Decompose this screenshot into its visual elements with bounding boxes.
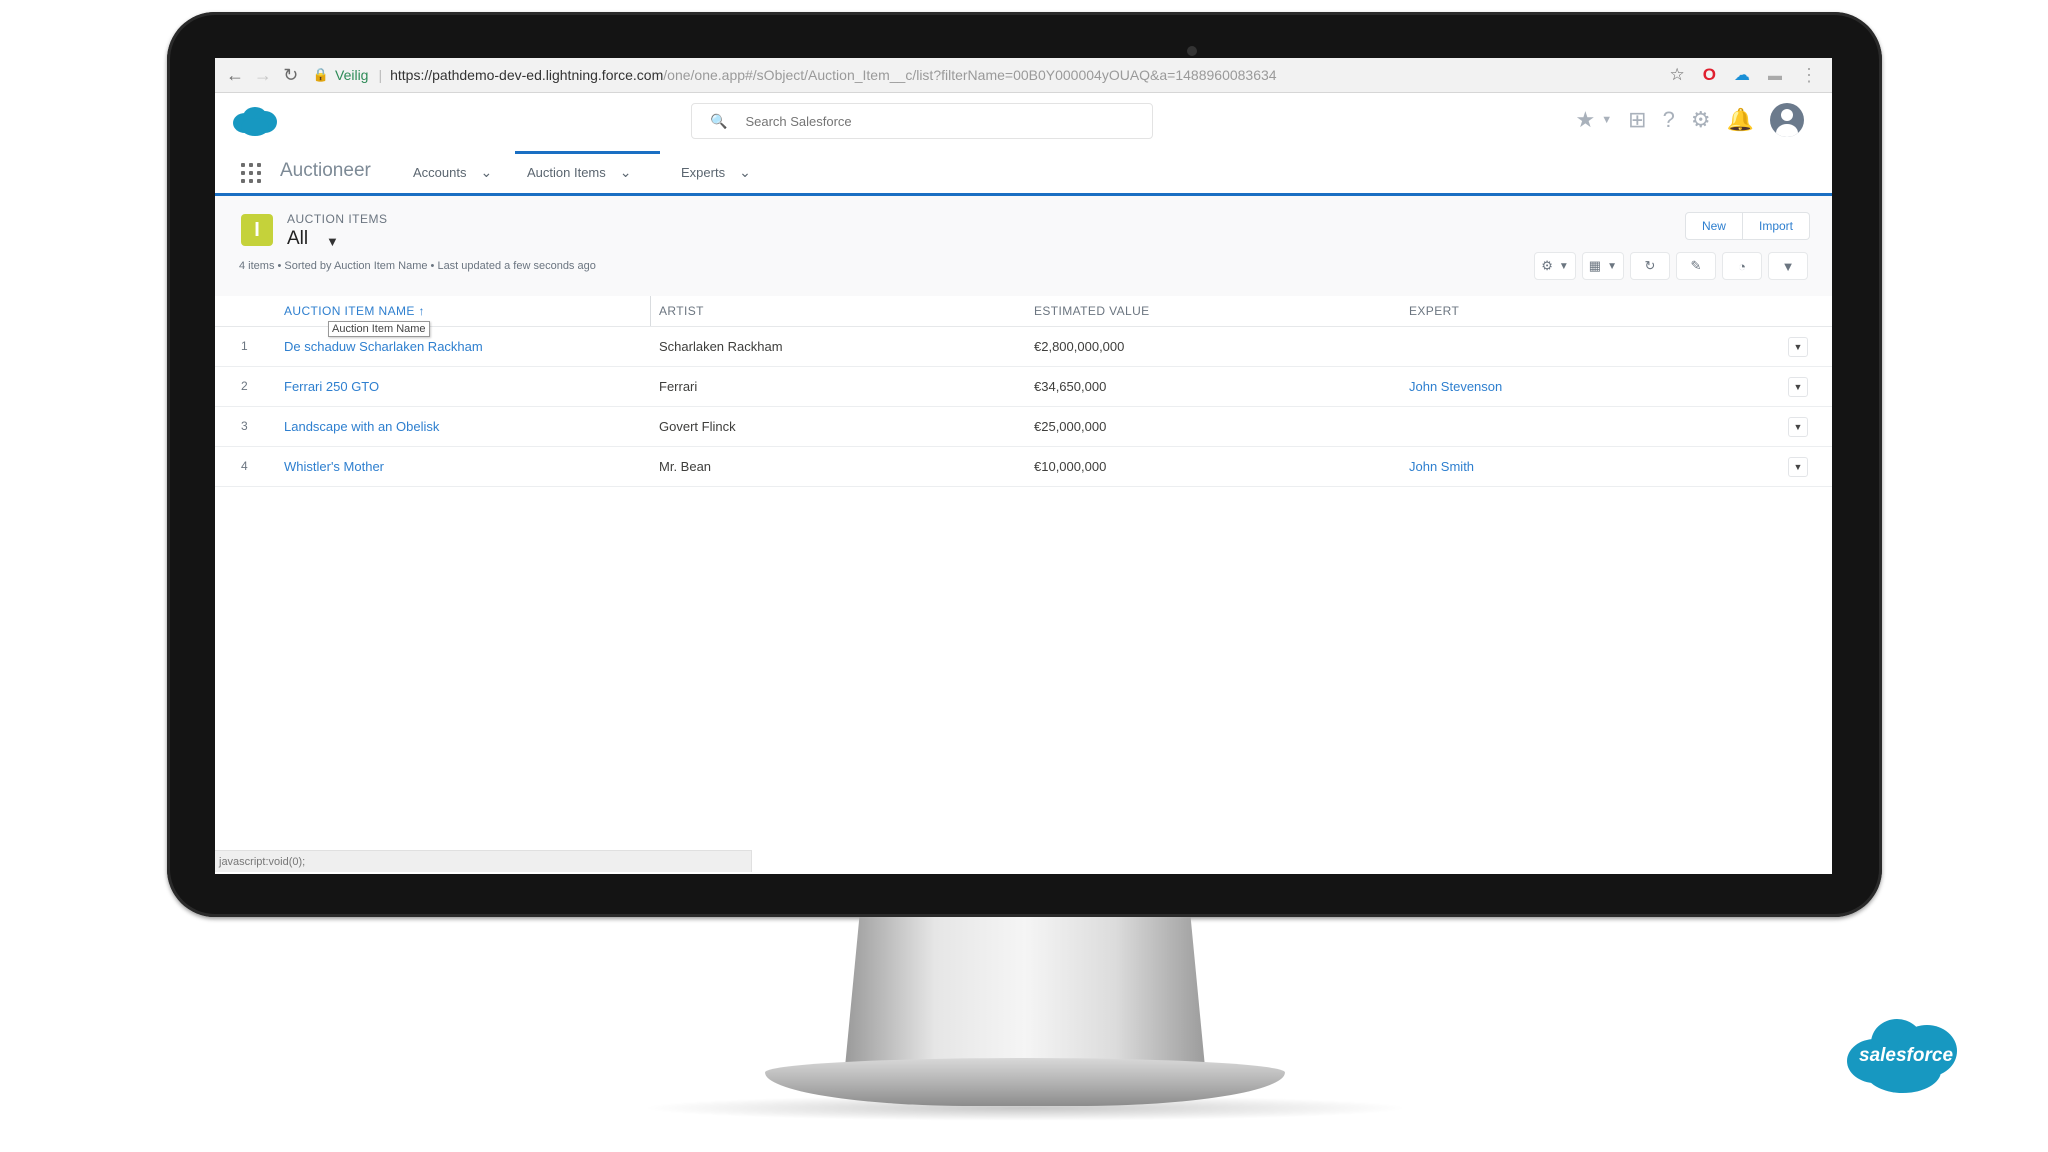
column-divider[interactable] <box>650 296 651 326</box>
filter-icon[interactable]: ▼ <box>1768 252 1808 280</box>
table-row: 3 Landscape with an Obelisk Govert Flinc… <box>215 407 1832 447</box>
global-header: 🔍 ★ ▼ ⊞ ? ⚙ 🔔 <box>215 93 1832 151</box>
global-search[interactable]: 🔍 <box>691 103 1153 139</box>
artist-cell: Mr. Bean <box>659 459 712 474</box>
row-action-chevron-down-icon[interactable]: ▼ <box>1788 417 1808 437</box>
tab-label: Accounts <box>413 164 467 180</box>
row-number: 1 <box>241 339 248 353</box>
object-label: AUCTION ITEMS <box>287 212 388 226</box>
table-row: 1 De schaduw Scharlaken Rackham Scharlak… <box>215 327 1832 367</box>
display-as-table-icon[interactable]: ▦ ▼ <box>1581 252 1624 280</box>
import-button[interactable]: Import <box>1742 212 1810 240</box>
estimated-value-cell: €34,650,000 <box>1034 379 1107 394</box>
chevron-down-icon[interactable]: ⌄ <box>620 164 632 181</box>
opera-icon[interactable]: O <box>1703 65 1716 85</box>
monitor-stand-neck <box>845 917 1205 1067</box>
column-header-expert[interactable]: EXPERT <box>1409 304 1459 318</box>
browser-toolbar: ← → ↻ 🔒 Veilig | https://pathdemo-dev-ed… <box>215 58 1832 93</box>
user-avatar-icon[interactable] <box>1770 103 1804 137</box>
favorites-star-icon[interactable]: ★ <box>1576 107 1596 133</box>
list-info: 4 items • Sorted by Auction Item Name • … <box>239 260 596 272</box>
row-number: 4 <box>241 459 248 473</box>
row-action-chevron-down-icon[interactable]: ▼ <box>1788 337 1808 357</box>
row-number: 2 <box>241 379 248 393</box>
artist-cell: Govert Flinck <box>659 419 736 434</box>
secure-label: Veilig <box>335 67 369 83</box>
browser-status-bar: javascript:void(0); <box>215 850 752 872</box>
auction-item-link[interactable]: Landscape with an Obelisk <box>284 419 439 434</box>
address-bar[interactable]: 🔒 Veilig | https://pathdemo-dev-ed.light… <box>313 62 1670 88</box>
expert-link[interactable]: John Smith <box>1409 459 1474 474</box>
artist-cell: Ferrari <box>659 379 698 394</box>
address-separator: | <box>378 67 383 83</box>
expert-link[interactable]: John Stevenson <box>1409 379 1502 394</box>
list-table: AUCTION ITEM NAME ↑ ARTIST ESTIMATED VAL… <box>215 296 1832 487</box>
search-icon: 🔍 <box>710 112 728 129</box>
refresh-icon[interactable]: ↻ <box>1630 252 1670 280</box>
url-path: /one/one.app#/sObject/Auction_Item__c/li… <box>663 67 1277 83</box>
star-icon[interactable]: ☆ <box>1670 65 1685 85</box>
artist-cell: Scharlaken Rackham <box>659 339 783 354</box>
estimated-value-cell: €25,000,000 <box>1034 419 1107 434</box>
list-view-controls-gear-icon[interactable]: ⚙ ▼ <box>1534 252 1576 280</box>
tab-label: Auction Items <box>527 164 606 180</box>
app-launcher-grid-icon[interactable] <box>241 163 261 183</box>
row-action-chevron-down-icon[interactable]: ▼ <box>1788 377 1808 397</box>
notifications-bell-icon[interactable]: 🔔 <box>1727 107 1754 133</box>
list-actions: New Import <box>1684 212 1810 240</box>
sort-up-arrow-icon: ↑ <box>418 304 425 318</box>
table-header: AUCTION ITEM NAME ↑ ARTIST ESTIMATED VAL… <box>215 296 1832 327</box>
estimated-value-cell: €2,800,000,000 <box>1034 339 1125 354</box>
table-row: 4 Whistler's Mother Mr. Bean €10,000,000… <box>215 447 1832 487</box>
url-domain: https://pathdemo-dev-ed.lightning.force.… <box>390 67 664 83</box>
tab-accounts[interactable]: Accounts ⌄ <box>413 151 525 193</box>
column-tooltip: Auction Item Name <box>328 321 430 337</box>
list-view-name[interactable]: All <box>287 228 308 250</box>
auction-item-link[interactable]: Whistler's Mother <box>284 459 384 474</box>
global-actions-icon[interactable]: ⊞ <box>1628 107 1646 133</box>
lock-icon: 🔒 <box>312 67 329 82</box>
column-header-artist[interactable]: ARTIST <box>659 304 704 318</box>
new-button[interactable]: New <box>1684 212 1743 240</box>
search-input[interactable] <box>743 112 1108 130</box>
extension-icon[interactable]: ▬ <box>1768 67 1782 83</box>
list-toolbar: ⚙ ▼ ▦ ▼ ↻ ✎ ◔ ▼ <box>1534 252 1808 280</box>
tab-label: Experts <box>681 164 726 180</box>
salesforce-logo-icon[interactable] <box>231 105 279 137</box>
edit-pencil-icon[interactable]: ✎ <box>1676 252 1716 280</box>
tab-auction-items[interactable]: Auction Items ⌄ <box>515 151 660 190</box>
webcam <box>1187 46 1197 56</box>
forward-icon[interactable]: → <box>249 65 277 86</box>
list-view: I AUCTION ITEMS All ▼ New Import 4 items… <box>215 196 1832 874</box>
row-action-chevron-down-icon[interactable]: ▼ <box>1788 457 1808 477</box>
auction-item-link[interactable]: Ferrari 250 GTO <box>284 379 379 394</box>
back-icon[interactable]: ← <box>221 65 249 86</box>
cloud-icon[interactable]: ☁ <box>1734 65 1750 85</box>
table-row: 2 Ferrari 250 GTO Ferrari €34,650,000 Jo… <box>215 367 1832 407</box>
list-view-header <box>215 196 1832 296</box>
column-header-name[interactable]: AUCTION ITEM NAME ↑ <box>284 304 425 318</box>
browser-extensions: ☆ O ☁ ▬ ⋮ <box>1670 65 1832 86</box>
app-name: Auctioneer <box>280 160 371 181</box>
header-utilities: ★ ▼ ⊞ ? ⚙ 🔔 <box>1576 103 1804 137</box>
favorites-menu-chevron-icon[interactable]: ▼ <box>1601 114 1612 126</box>
estimated-value-cell: €10,000,000 <box>1034 459 1107 474</box>
charts-icon[interactable]: ◔ <box>1722 252 1762 280</box>
chevron-down-icon[interactable]: ⌄ <box>739 164 751 181</box>
setup-gear-icon[interactable]: ⚙ <box>1691 107 1711 133</box>
reload-icon[interactable]: ↻ <box>277 65 305 86</box>
column-header-estimated-value[interactable]: ESTIMATED VALUE <box>1034 304 1150 318</box>
screen: ← → ↻ 🔒 Veilig | https://pathdemo-dev-ed… <box>215 58 1832 874</box>
tab-experts[interactable]: Experts ⌄ <box>671 151 781 193</box>
help-icon[interactable]: ? <box>1663 107 1675 133</box>
row-number: 3 <box>241 419 248 433</box>
auction-item-object-icon: I <box>241 214 273 246</box>
kebab-icon[interactable]: ⋮ <box>1800 65 1818 86</box>
app-navigation: Auctioneer Accounts ⌄ Auction Items ⌄ Ex… <box>215 151 1832 196</box>
list-view-chevron-down-icon[interactable]: ▼ <box>326 234 339 249</box>
chevron-down-icon[interactable]: ⌄ <box>480 164 492 181</box>
auction-item-link[interactable]: De schaduw Scharlaken Rackham <box>284 339 483 354</box>
salesforce-logo-text: salesforce <box>1859 1045 1954 1066</box>
